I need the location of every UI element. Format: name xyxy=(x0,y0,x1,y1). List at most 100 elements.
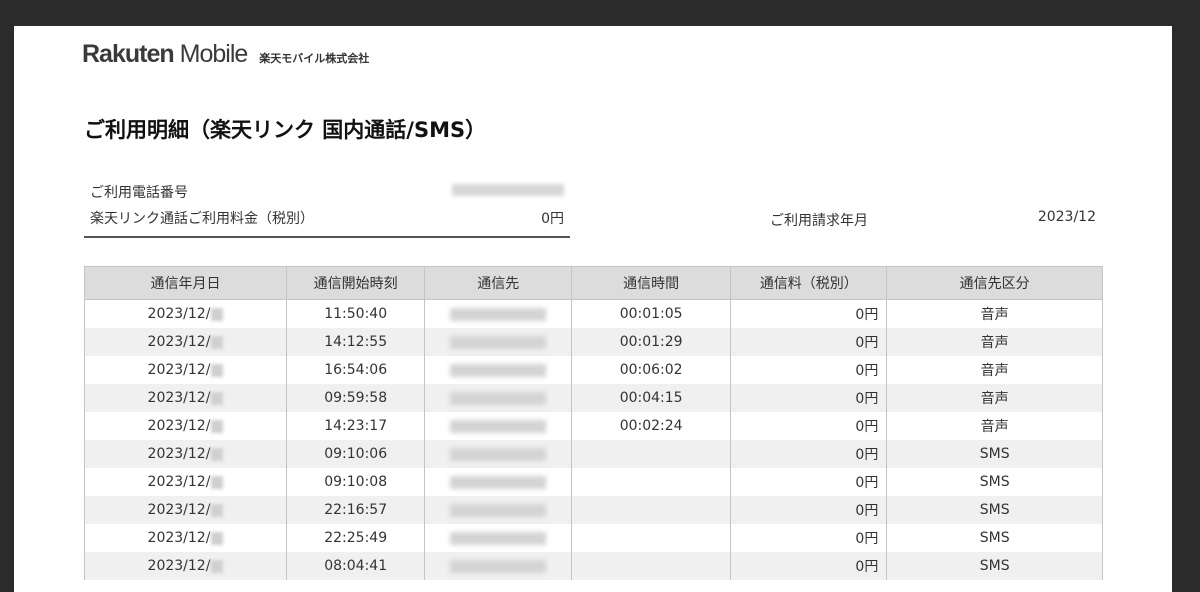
duration-cell xyxy=(571,552,732,580)
start-time-cell: 22:25:49 xyxy=(285,524,426,552)
destination-cell xyxy=(424,412,573,440)
redacted-destination xyxy=(450,447,547,461)
redacted-destination xyxy=(450,503,547,517)
date-text: 2023/12/ xyxy=(147,306,211,322)
summary-block: ご利用電話番号 楽天リンク通話ご利用料金（税別） 0円 xyxy=(84,176,570,238)
redacted-destination xyxy=(450,559,547,573)
date-text: 2023/12/ xyxy=(147,446,211,462)
redacted-day xyxy=(211,363,224,377)
category-cell: SMS xyxy=(886,496,1103,524)
duration-cell xyxy=(571,468,732,496)
fee-label: 楽天リンク通話ご利用料金（税別） xyxy=(90,211,314,227)
redacted-day xyxy=(211,531,224,545)
date-cell: 2023/12/ xyxy=(84,412,287,440)
brand-wordmark: Rakuten Mobile xyxy=(82,40,249,69)
fee-cell: 0円 xyxy=(730,440,888,468)
destination-cell xyxy=(424,524,573,552)
col-header-category: 通信先区分 xyxy=(886,266,1103,300)
destination-cell xyxy=(424,496,573,524)
fee-cell: 0円 xyxy=(730,468,888,496)
date-cell: 2023/12/ xyxy=(84,328,287,356)
fee-cell: 0円 xyxy=(730,412,888,440)
category-cell: SMS xyxy=(886,468,1103,496)
fee-value: 0円 xyxy=(541,211,564,227)
duration-cell xyxy=(571,440,732,468)
brand-part1: Rakuten xyxy=(82,40,175,68)
redacted-destination xyxy=(450,475,547,489)
redacted-destination xyxy=(450,531,547,545)
col-header-date: 通信年月日 xyxy=(84,266,287,300)
start-time-cell: 14:12:55 xyxy=(285,328,426,356)
duration-cell: 00:06:02 xyxy=(571,356,732,384)
category-cell: 音声 xyxy=(886,356,1103,384)
table-row: 2023/12/ 11:50:40 00:01:05 0円 音声 xyxy=(84,299,1103,328)
redacted-day xyxy=(211,559,224,573)
start-time-cell: 08:04:41 xyxy=(285,552,426,580)
date-text: 2023/12/ xyxy=(147,502,211,518)
fee-cell: 0円 xyxy=(730,299,888,328)
redacted-day xyxy=(211,391,224,405)
destination-cell xyxy=(424,440,573,468)
col-header-destination: 通信先 xyxy=(424,266,573,300)
redacted-day xyxy=(211,447,224,461)
phone-number-redacted xyxy=(452,184,564,196)
date-cell: 2023/12/ xyxy=(84,552,287,580)
destination-cell xyxy=(424,468,573,496)
col-header-duration: 通信時間 xyxy=(571,266,732,300)
duration-cell: 00:01:05 xyxy=(571,299,732,328)
brand-part2: Mobile xyxy=(179,40,249,68)
start-time-cell: 09:10:08 xyxy=(285,468,426,496)
date-cell: 2023/12/ xyxy=(84,384,287,412)
destination-cell xyxy=(424,384,573,412)
table-row: 2023/12/ 22:16:57 0円 SMS xyxy=(84,496,1103,524)
billing-month-value: 2023/12 xyxy=(1037,209,1096,225)
table-row: 2023/12/ 09:10:08 0円 SMS xyxy=(84,468,1103,496)
redacted-day xyxy=(211,475,224,489)
col-header-fee: 通信料（税別） xyxy=(730,266,888,300)
category-cell: 音声 xyxy=(886,328,1103,356)
duration-cell xyxy=(571,524,732,552)
table-row: 2023/12/ 09:59:58 00:04:15 0円 音声 xyxy=(84,384,1103,412)
destination-cell xyxy=(424,356,573,384)
start-time-cell: 14:23:17 xyxy=(285,412,426,440)
date-cell: 2023/12/ xyxy=(84,356,287,384)
table-header-row: 通信年月日 通信開始時刻 通信先 通信時間 通信料（税別） 通信先区分 xyxy=(84,266,1103,300)
category-cell: 音声 xyxy=(886,412,1103,440)
redacted-day xyxy=(211,503,224,517)
table-row: 2023/12/ 08:04:41 0円 SMS xyxy=(84,552,1103,580)
fee-cell: 0円 xyxy=(730,328,888,356)
phone-number-label: ご利用電話番号 xyxy=(90,185,188,201)
destination-cell xyxy=(424,328,573,356)
date-cell: 2023/12/ xyxy=(84,468,287,496)
duration-cell xyxy=(571,496,732,524)
table-row: 2023/12/ 14:23:17 00:02:24 0円 音声 xyxy=(84,412,1103,440)
redacted-destination xyxy=(450,391,547,405)
page-title: ご利用明細（楽天リンク 国内通話/SMS） xyxy=(84,118,487,142)
date-cell: 2023/12/ xyxy=(84,524,287,552)
date-text: 2023/12/ xyxy=(147,530,211,546)
start-time-cell: 09:59:58 xyxy=(285,384,426,412)
table-row: 2023/12/ 09:10:06 0円 SMS xyxy=(84,440,1103,468)
statement-page: Rakuten Mobile 楽天モバイル株式会社 ご利用明細（楽天リンク 国内通… xyxy=(14,26,1172,592)
category-cell: 音声 xyxy=(886,299,1103,328)
redacted-destination xyxy=(450,307,547,321)
fee-cell: 0円 xyxy=(730,496,888,524)
date-text: 2023/12/ xyxy=(147,362,211,378)
date-text: 2023/12/ xyxy=(147,334,211,350)
date-text: 2023/12/ xyxy=(147,418,211,434)
company-name: 楽天モバイル株式会社 xyxy=(259,52,370,65)
redacted-destination xyxy=(450,363,547,377)
table-row: 2023/12/ 14:12:55 00:01:29 0円 音声 xyxy=(84,328,1103,356)
category-cell: SMS xyxy=(886,440,1103,468)
destination-cell xyxy=(424,552,573,580)
billing-month-label: ご利用請求年月 xyxy=(770,213,868,229)
redacted-day xyxy=(211,419,224,433)
destination-cell xyxy=(424,299,573,328)
redacted-day xyxy=(211,335,224,349)
redacted-destination xyxy=(450,419,547,433)
start-time-cell: 22:16:57 xyxy=(285,496,426,524)
redacted-destination xyxy=(450,335,547,349)
date-cell: 2023/12/ xyxy=(84,496,287,524)
table-row: 2023/12/ 22:25:49 0円 SMS xyxy=(84,524,1103,552)
date-cell: 2023/12/ xyxy=(84,440,287,468)
